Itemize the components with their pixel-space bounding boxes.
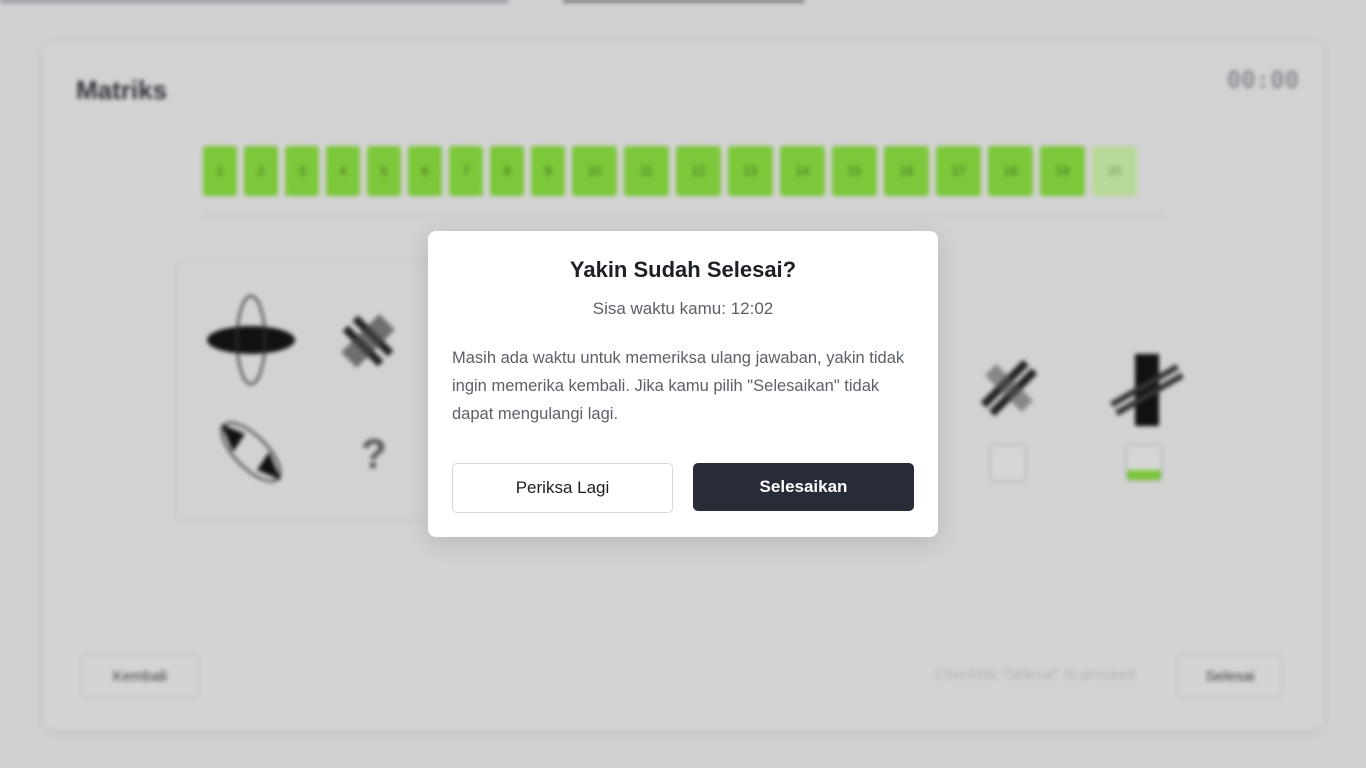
dialog-title: Yakin Sudah Selesai?	[569, 257, 797, 282]
question-nav-button[interactable]: 16	[884, 146, 929, 196]
question-nav-button[interactable]: 13	[728, 146, 773, 196]
option-checkbox-b[interactable]	[1125, 444, 1163, 482]
option-checkbox-a[interactable]	[989, 444, 1027, 482]
option-figure-a[interactable]	[973, 352, 1045, 424]
question-nav-button[interactable]: 3	[285, 146, 319, 196]
question-nav-button[interactable]: 12	[676, 146, 721, 196]
question-nav-button[interactable]: 15	[832, 146, 877, 196]
back-button[interactable]: Kembali	[81, 654, 199, 698]
matrix-figure-2	[341, 314, 395, 368]
confirm-finish-dialog: Yakin Sudah Selesai? Sisa waktu kamu: 12…	[428, 231, 938, 537]
question-nav-button[interactable]: 6	[408, 146, 442, 196]
question-nav-button[interactable]: 11	[624, 146, 669, 196]
top-progress-bar	[0, 0, 508, 2]
question-nav-button[interactable]: 5	[367, 146, 401, 196]
divider	[203, 214, 1165, 216]
question-nav-button[interactable]: 18	[988, 146, 1033, 196]
question-nav-button[interactable]: 19	[1040, 146, 1085, 196]
missing-figure-mark: ?	[361, 430, 387, 477]
check-again-button[interactable]: Periksa Lagi	[452, 463, 673, 513]
top-accent-bar	[563, 0, 804, 2]
question-navigator: 1 2 3 4 5 6 7 8 9 10 11 12 13 14 15 16 17 18 19 20	[203, 146, 1165, 196]
dialog-message: Masih ada waktu untuk memeriksa ulang ja…	[452, 349, 905, 423]
question-nav-button[interactable]: 9	[531, 146, 565, 196]
question-nav-button[interactable]: 1	[203, 146, 237, 196]
option-figure-b[interactable]	[1107, 352, 1187, 428]
matrix-figure-3	[220, 421, 282, 483]
question-nav-button[interactable]: 10	[572, 146, 617, 196]
question-nav-button[interactable]: 14	[780, 146, 825, 196]
question-nav-button[interactable]: 20	[1092, 146, 1137, 196]
question-nav-button[interactable]: 2	[244, 146, 278, 196]
finish-button[interactable]: Selesai	[1177, 654, 1283, 698]
remaining-time-label: Sisa waktu kamu:	[592, 299, 726, 318]
page-title: Matriks	[76, 75, 168, 105]
question-nav-button[interactable]: 7	[449, 146, 483, 196]
remaining-time-value: 12:02	[730, 299, 774, 318]
remaining-time-text: Sisa waktu kamu: 12:02	[428, 299, 938, 319]
question-nav-button[interactable]: 8	[490, 146, 524, 196]
matrix-figure-1	[207, 295, 295, 385]
timer: 00:00	[1226, 66, 1299, 94]
confirm-finish-button[interactable]: Selesaikan	[693, 463, 914, 511]
question-nav-button[interactable]: 4	[326, 146, 360, 196]
finish-hint: Checklist "Selesai" to proceed	[935, 666, 1135, 683]
question-nav-button[interactable]: 17	[936, 146, 981, 196]
